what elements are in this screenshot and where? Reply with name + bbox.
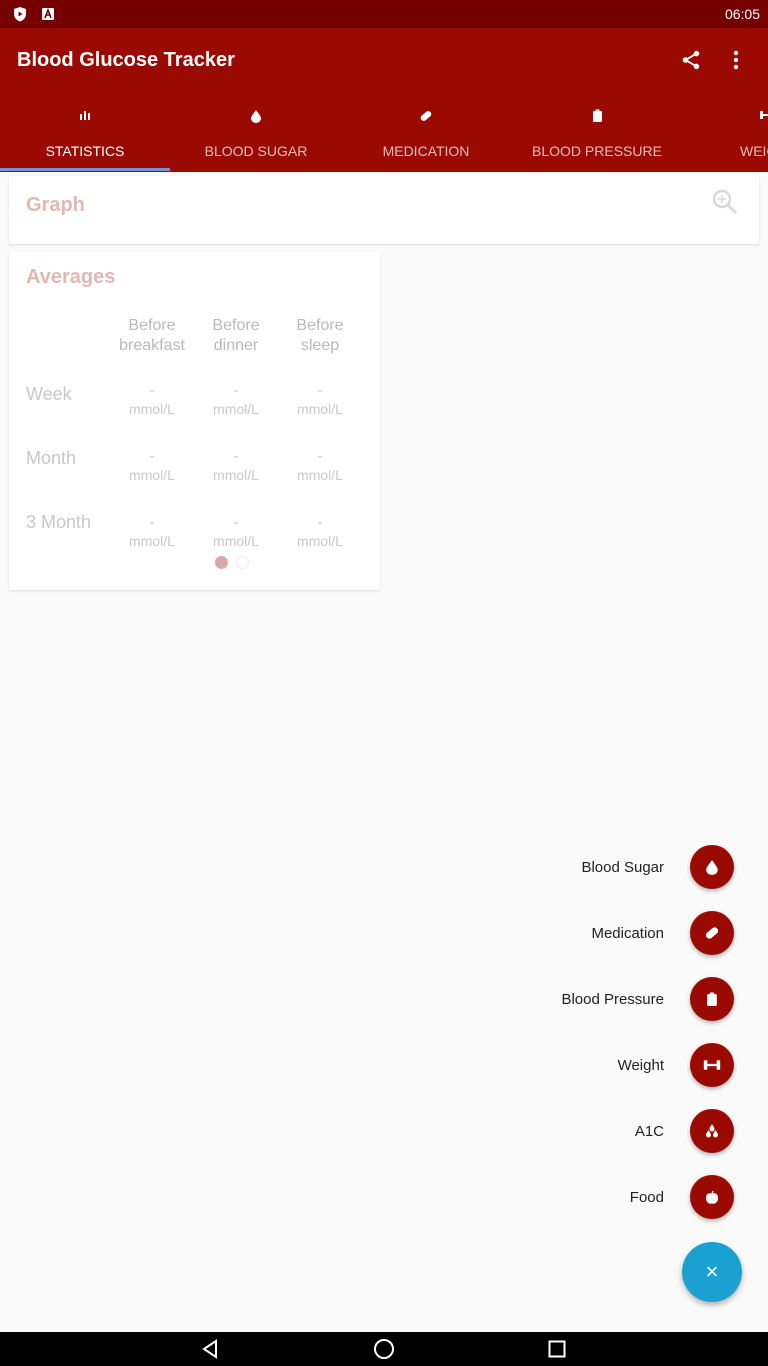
average-cell: - mmol/L bbox=[213, 382, 259, 417]
back-icon[interactable] bbox=[199, 1337, 223, 1361]
fab-item-blood-pressure[interactable]: Blood Pressure bbox=[561, 977, 734, 1021]
clock: 06:05 bbox=[724, 6, 760, 22]
close-fab-button[interactable]: × bbox=[682, 1242, 742, 1302]
tab-medication[interactable]: MEDICATION bbox=[341, 100, 511, 172]
tab-label: STATISTICS bbox=[45, 143, 125, 159]
tab-blood-sugar[interactable]: BLOOD SUGAR bbox=[171, 100, 341, 172]
clipboard-icon[interactable] bbox=[690, 977, 734, 1021]
tab-weight[interactable]: WEIG bbox=[682, 100, 768, 172]
share-icon[interactable] bbox=[677, 46, 705, 74]
averages-title: Averages bbox=[26, 266, 116, 288]
average-cell: - mmol/L bbox=[213, 448, 259, 483]
average-cell: - mmol/L bbox=[297, 448, 343, 483]
drops-icon[interactable] bbox=[690, 1109, 734, 1153]
row-label-week: Week bbox=[26, 384, 72, 404]
app-title: Blood Glucose Tracker bbox=[17, 49, 235, 71]
app-bar: Blood Glucose Tracker STATISTICS BLOOD S… bbox=[0, 28, 768, 172]
tab-indicator bbox=[0, 168, 170, 171]
average-cell: - mmol/L bbox=[129, 514, 175, 549]
fab-label: Medication bbox=[591, 924, 664, 942]
tab-label: BLOOD PRESSURE bbox=[532, 143, 662, 159]
a-box-icon bbox=[40, 6, 56, 22]
average-cell: - mmol/L bbox=[129, 448, 175, 483]
tab-bar: STATISTICS BLOOD SUGAR MEDICATION BLOOD … bbox=[0, 100, 768, 172]
graph-card[interactable]: Graph bbox=[9, 176, 759, 244]
fab-item-blood-sugar[interactable]: Blood Sugar bbox=[581, 845, 734, 889]
pill-icon bbox=[341, 109, 511, 125]
drop-icon[interactable] bbox=[690, 845, 734, 889]
page-dot[interactable] bbox=[236, 556, 249, 569]
fab-item-medication[interactable]: Medication bbox=[591, 911, 734, 955]
column-header: Before sleep bbox=[296, 317, 344, 354]
bar-chart-icon bbox=[0, 109, 170, 125]
drop-icon bbox=[171, 109, 341, 125]
average-cell: - mmol/L bbox=[297, 382, 343, 417]
average-cell: - mmol/L bbox=[297, 514, 343, 549]
averages-card: Averages Before breakfast Before dinner … bbox=[9, 252, 380, 590]
fab-label: Blood Sugar bbox=[581, 858, 664, 876]
more-vert-icon[interactable] bbox=[722, 46, 750, 74]
tab-label: BLOOD SUGAR bbox=[204, 143, 308, 159]
play-shield-icon bbox=[12, 6, 28, 22]
fab-item-food[interactable]: Food bbox=[630, 1175, 734, 1219]
average-cell: - mmol/L bbox=[213, 514, 259, 549]
dumbbell-icon bbox=[682, 109, 768, 125]
column-header: Before breakfast bbox=[119, 317, 185, 354]
tab-label: WEIG bbox=[740, 143, 768, 159]
average-cell: - mmol/L bbox=[129, 382, 175, 417]
status-bar: 06:05 bbox=[0, 0, 768, 28]
row-label-3-month: 3 Month bbox=[26, 512, 92, 532]
tab-blood-pressure[interactable]: BLOOD PRESSURE bbox=[512, 100, 682, 172]
clipboard-icon bbox=[512, 109, 682, 125]
tab-label: MEDICATION bbox=[382, 143, 470, 159]
page-dot-active[interactable] bbox=[215, 556, 228, 569]
graph-title: Graph bbox=[26, 194, 85, 216]
fab-item-a1c[interactable]: A1C bbox=[635, 1109, 734, 1153]
tab-statistics[interactable]: STATISTICS bbox=[0, 100, 170, 172]
fab-item-weight[interactable]: Weight bbox=[618, 1043, 734, 1087]
fab-label: Weight bbox=[617, 1056, 664, 1074]
fab-label: Blood Pressure bbox=[561, 990, 664, 1008]
zoom-icon[interactable] bbox=[711, 188, 739, 216]
column-header: Before dinner bbox=[212, 317, 260, 354]
fab-label: A1C bbox=[634, 1122, 664, 1140]
row-label-month: Month bbox=[26, 448, 77, 468]
apple-icon[interactable] bbox=[690, 1175, 734, 1219]
dumbbell-icon[interactable] bbox=[690, 1043, 734, 1087]
recents-icon[interactable] bbox=[545, 1337, 569, 1361]
page-indicator bbox=[215, 556, 249, 569]
home-icon[interactable] bbox=[372, 1337, 396, 1361]
system-nav-bar bbox=[0, 1332, 768, 1366]
close-icon: × bbox=[705, 1259, 719, 1284]
pill-icon[interactable] bbox=[690, 911, 734, 955]
fab-label: Food bbox=[629, 1188, 664, 1206]
